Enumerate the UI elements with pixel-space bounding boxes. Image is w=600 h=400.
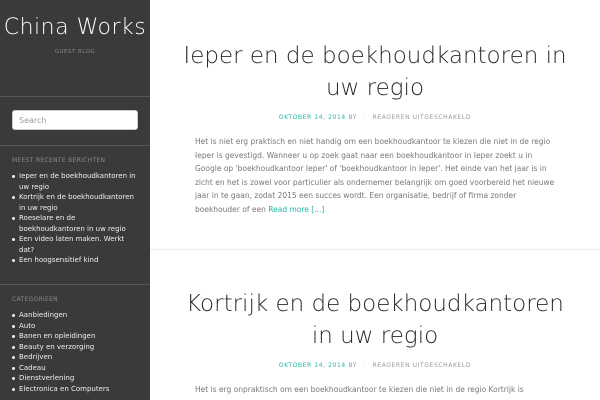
post-meta: OKTOBER 14, 2014 BY · REAGEREN UITGESCHA… [150,114,600,121]
category-link[interactable]: Bedrijven [12,352,140,363]
meta-separator: · [363,362,367,369]
categories-heading: CATEGORIEEN [12,296,58,303]
category-link[interactable]: Beauty en verzorging [12,342,140,353]
post-comments-status: REAGEREN UITGESCHAKELD [372,114,472,121]
read-more-link[interactable]: Read more [...] [268,205,324,214]
recent-post-link[interactable]: Ieper en de boekhoudkantoren in uw regio [12,171,140,192]
sidebar-divider [0,145,150,146]
meta-separator: · [363,114,367,121]
categories-list: Aanbiedingen Auto Banen en opleidingen B… [12,310,140,394]
recent-post-link[interactable]: Een video laten maken. Werkt dat? [12,234,140,255]
search-input[interactable] [12,110,138,130]
recent-post-link[interactable]: Kortrijk en de boekhoudkantoren in uw re… [12,192,140,213]
post-article: Ieper en de boekhoudkantoren in uw regio… [150,40,600,216]
post-comments-status: REAGEREN UITGESCHAKELD [372,362,472,369]
category-link[interactable]: Aanbiedingen [12,310,140,321]
post-date[interactable]: OKTOBER 14, 2014 [279,114,346,121]
post-excerpt: Het is niet erg praktisch en niet handig… [195,135,555,216]
recent-posts-list: Ieper en de boekhoudkantoren in uw regio… [12,171,140,266]
recent-posts-heading: MEEST RECENTE BERICHTEN [12,157,106,164]
post-meta: OKTOBER 14, 2014 BY · REAGEREN UITGESCHA… [150,362,600,369]
category-link[interactable]: Banen en opleidingen [12,331,140,342]
post-divider [150,249,600,250]
sidebar: China Works GUEST BLOG MEEST RECENTE BER… [0,0,150,400]
category-link[interactable]: Auto [12,321,140,332]
post-article: Kortrijk en de boekhoudkantoren in uw re… [150,288,600,400]
sidebar-divider [0,96,150,97]
recent-post-link[interactable]: Een hoogsensitief kind [12,255,140,266]
category-link[interactable]: Dienstverlening [12,373,140,384]
post-author-label: BY [348,362,357,369]
post-excerpt: Het is erg onpraktisch om een boekhoudka… [195,385,538,400]
recent-post-link[interactable]: Roeselare en de boekhoudkantoren in uw r… [12,213,140,234]
post-date[interactable]: OKTOBER 14, 2014 [279,362,346,369]
post-author-label: BY [348,114,357,121]
site-title[interactable]: China Works [0,15,150,41]
post-excerpt-text: Het is niet erg praktisch en niet handig… [195,137,555,214]
site-description: GUEST BLOG [54,49,96,55]
post-title[interactable]: Ieper en de boekhoudkantoren in uw regio [150,40,600,104]
site-title-text[interactable]: China Works [4,15,147,40]
category-link[interactable]: Cadeau [12,363,140,374]
main-content: Ieper en de boekhoudkantoren in uw regio… [150,0,600,400]
sidebar-divider [0,284,150,285]
category-link[interactable]: Electronica en Computers [12,384,140,395]
post-title[interactable]: Kortrijk en de boekhoudkantoren in uw re… [150,288,600,352]
